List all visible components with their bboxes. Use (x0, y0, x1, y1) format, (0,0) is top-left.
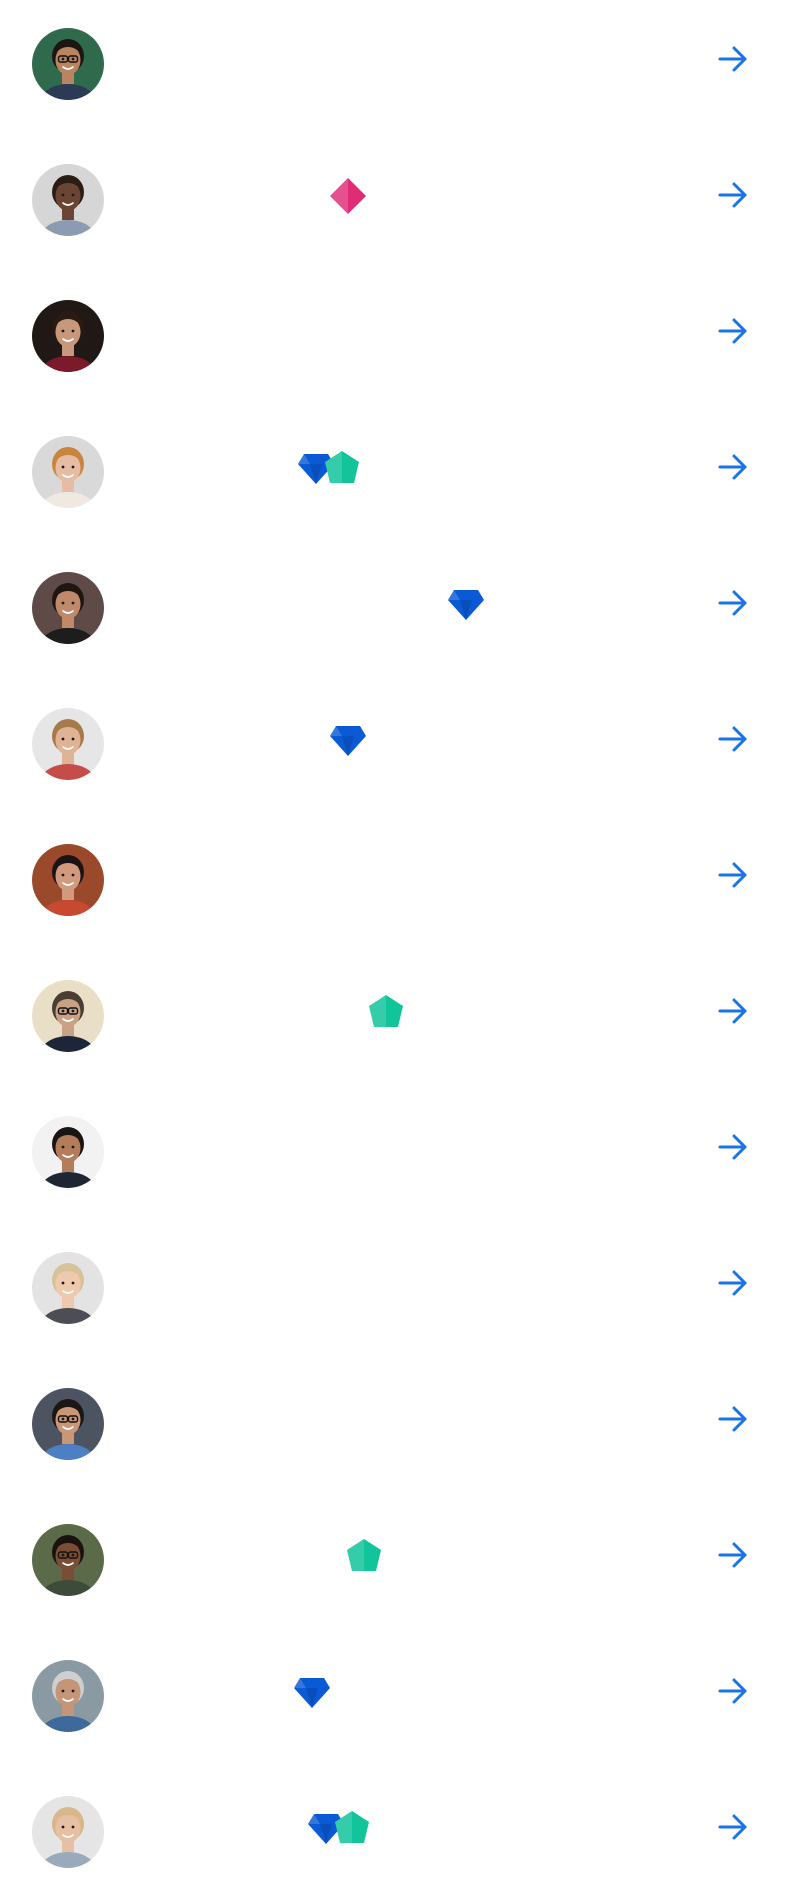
user-row[interactable] (0, 544, 800, 680)
badge-group (328, 720, 368, 760)
user-row[interactable] (0, 272, 800, 408)
avatar (32, 844, 104, 916)
user-row[interactable] (0, 680, 800, 816)
arrow-right-icon[interactable] (716, 994, 750, 1028)
arrow-right-icon[interactable] (716, 1810, 750, 1844)
blue-gem-icon (292, 1672, 332, 1712)
avatar (32, 1796, 104, 1868)
blue-gem-icon (328, 720, 368, 760)
avatar (32, 572, 104, 644)
avatar (32, 436, 104, 508)
user-row[interactable] (0, 1360, 800, 1496)
badge-group (446, 584, 486, 624)
avatar (32, 708, 104, 780)
user-row[interactable] (0, 1632, 800, 1768)
teal-gem-icon (322, 448, 362, 488)
blue-gem-icon (446, 584, 486, 624)
arrow-right-icon[interactable] (716, 1402, 750, 1436)
arrow-right-icon[interactable] (716, 1266, 750, 1300)
arrow-right-icon[interactable] (716, 314, 750, 348)
badge-group (306, 1808, 372, 1848)
avatar (32, 1116, 104, 1188)
avatar (32, 1388, 104, 1460)
avatar (32, 164, 104, 236)
user-row[interactable] (0, 1496, 800, 1632)
arrow-right-icon[interactable] (716, 1130, 750, 1164)
badge-group (292, 1672, 332, 1712)
user-row[interactable] (0, 1768, 800, 1904)
badge-group (296, 448, 362, 488)
avatar (32, 1660, 104, 1732)
user-list (0, 0, 800, 1868)
badge-group (328, 176, 368, 216)
arrow-right-icon[interactable] (716, 1674, 750, 1708)
user-row[interactable] (0, 1088, 800, 1224)
pink-gem-icon (328, 176, 368, 216)
avatar (32, 28, 104, 100)
user-row[interactable] (0, 1224, 800, 1360)
arrow-right-icon[interactable] (716, 42, 750, 76)
avatar (32, 980, 104, 1052)
avatar (32, 1524, 104, 1596)
arrow-right-icon[interactable] (716, 586, 750, 620)
teal-gem-icon (344, 1536, 384, 1576)
arrow-right-icon[interactable] (716, 450, 750, 484)
teal-gem-icon (332, 1808, 372, 1848)
arrow-right-icon[interactable] (716, 1538, 750, 1572)
arrow-right-icon[interactable] (716, 858, 750, 892)
user-row[interactable] (0, 816, 800, 952)
user-row[interactable] (0, 408, 800, 544)
user-row[interactable] (0, 136, 800, 272)
badge-group (344, 1536, 384, 1576)
teal-gem-icon (366, 992, 406, 1032)
user-row[interactable] (0, 0, 800, 136)
avatar (32, 300, 104, 372)
user-row[interactable] (0, 952, 800, 1088)
badge-group (366, 992, 406, 1032)
arrow-right-icon[interactable] (716, 722, 750, 756)
arrow-right-icon[interactable] (716, 178, 750, 212)
avatar (32, 1252, 104, 1324)
